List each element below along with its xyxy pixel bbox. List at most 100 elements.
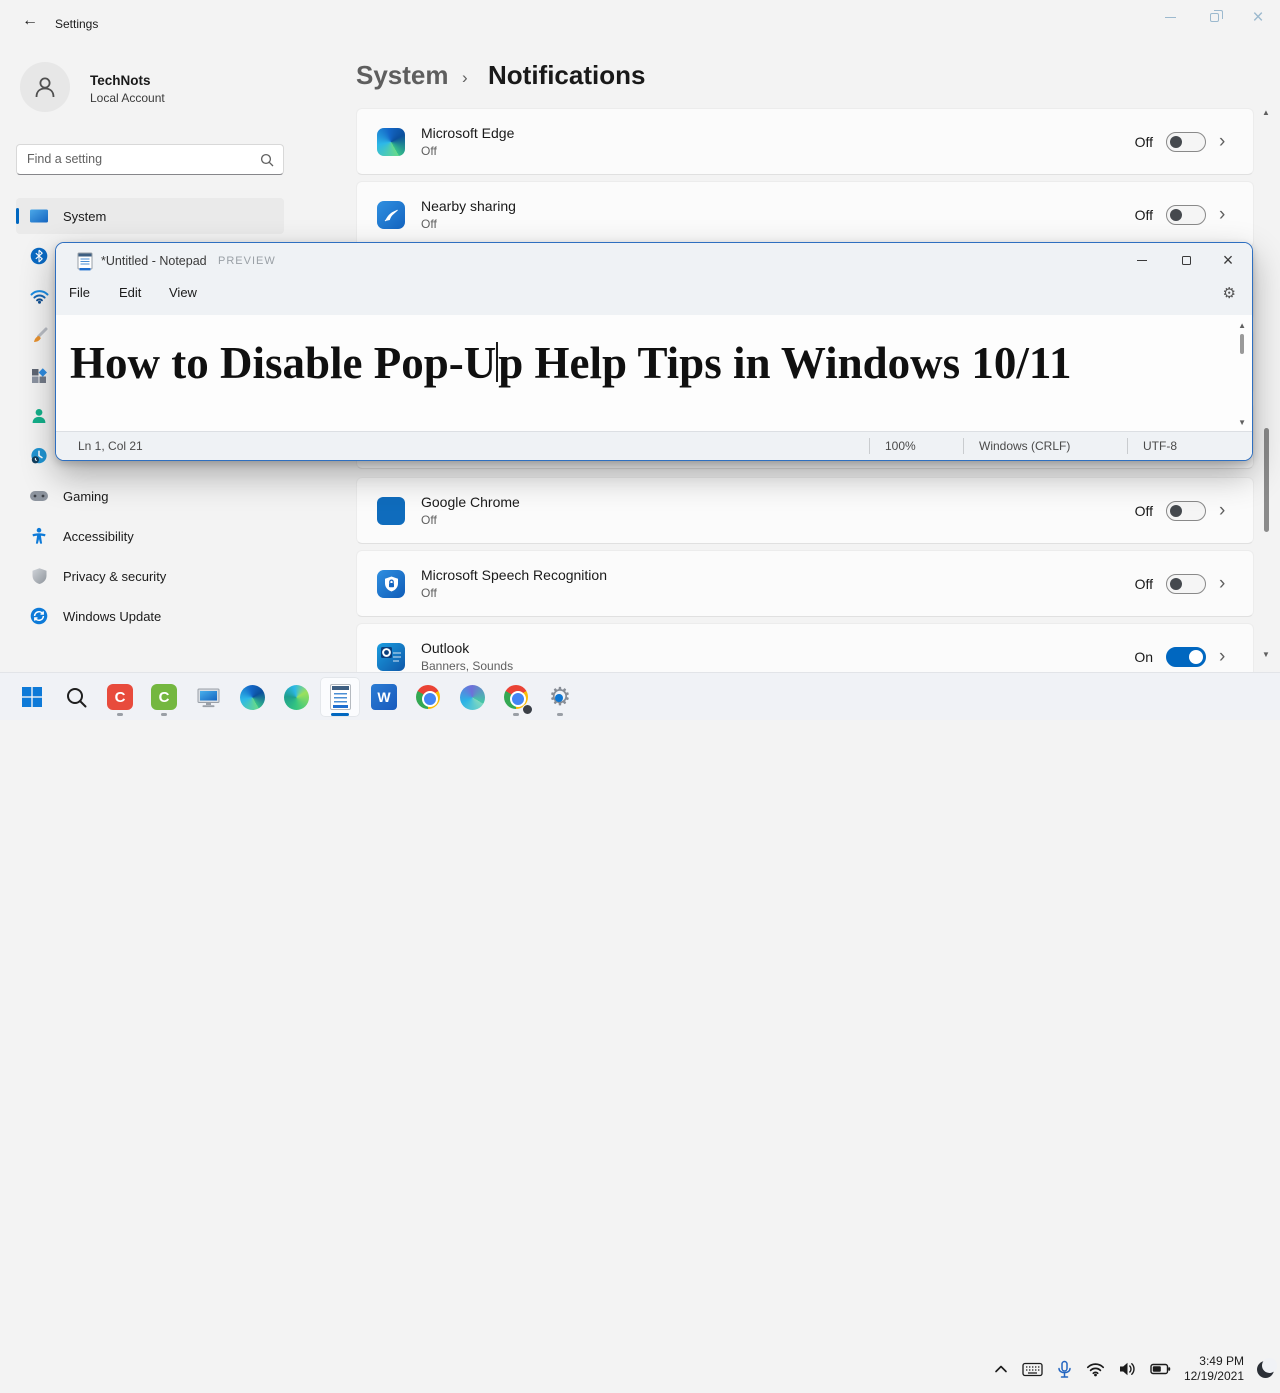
- bluetooth-icon: [29, 246, 49, 266]
- notepad-minimize-button[interactable]: [1120, 245, 1164, 275]
- user-avatar[interactable]: [20, 62, 70, 112]
- toggle-switch[interactable]: [1166, 132, 1206, 152]
- toggle-switch[interactable]: [1166, 205, 1206, 225]
- notepad-maximize-button[interactable]: [1164, 245, 1208, 275]
- taskbar-chrome-profile-button[interactable]: [496, 677, 536, 717]
- close-button[interactable]: [1236, 0, 1280, 34]
- taskbar-camtasia-recorder-button[interactable]: [144, 677, 184, 717]
- edge-dev-icon: [460, 685, 485, 710]
- personalization-brush-icon: [29, 326, 49, 346]
- scrollbar-thumb[interactable]: [1264, 428, 1269, 532]
- notepad-window: *Untitled - Notepad PREVIEW File Edit Vi…: [55, 242, 1253, 461]
- speech-recognition-icon: [377, 570, 405, 598]
- notepad-scrollbar-thumb[interactable]: [1240, 334, 1244, 354]
- notepad-settings-gear-icon[interactable]: [1223, 284, 1236, 302]
- taskbar-edge-button[interactable]: [232, 677, 272, 717]
- microphone-icon[interactable]: [1056, 1360, 1073, 1379]
- taskbar-word-button[interactable]: [364, 677, 404, 717]
- notification-row-nearby-sharing[interactable]: Nearby sharing Off Off: [356, 181, 1254, 248]
- chevron-right-icon[interactable]: [1219, 132, 1233, 151]
- search-box[interactable]: [16, 144, 284, 175]
- search-input[interactable]: [17, 145, 247, 172]
- toggle-switch[interactable]: [1166, 647, 1206, 667]
- search-icon: [260, 153, 274, 167]
- taskbar-camtasia-button[interactable]: [100, 677, 140, 717]
- microsoft-edge-icon: [240, 685, 265, 710]
- minimize-button[interactable]: [1148, 0, 1192, 34]
- scrollbar-up-arrow[interactable]: [1262, 108, 1270, 117]
- wifi-icon[interactable]: [1086, 1361, 1105, 1377]
- chevron-right-icon[interactable]: [1219, 647, 1233, 666]
- notification-row-google-chrome[interactable]: Google Chrome Off Off: [356, 477, 1254, 544]
- notepad-text-area[interactable]: How to Disable Pop-Up Help Tips in Windo…: [56, 315, 1252, 433]
- chevron-right-icon[interactable]: [1219, 574, 1233, 593]
- menu-file[interactable]: File: [69, 285, 90, 300]
- taskbar: 3:49 PM 12/19/2021: [0, 672, 1280, 720]
- edge-beta-icon: [284, 685, 309, 710]
- sidebar-item-privacy-security[interactable]: Privacy & security: [16, 558, 284, 594]
- battery-icon[interactable]: [1150, 1360, 1171, 1378]
- system-icon: [29, 206, 49, 226]
- cursor-position: Ln 1, Col 21: [78, 439, 143, 453]
- notepad-scroll-down-arrow[interactable]: [1238, 418, 1246, 427]
- focus-assist-moon-icon[interactable]: [1257, 1361, 1274, 1378]
- sidebar-item-accessibility[interactable]: Accessibility: [16, 518, 284, 554]
- menu-edit[interactable]: Edit: [119, 285, 141, 300]
- notification-row-microsoft-edge[interactable]: Microsoft Edge Off Off: [356, 108, 1254, 175]
- touch-keyboard-icon[interactable]: [1022, 1361, 1043, 1378]
- taskbar-settings-button[interactable]: [540, 677, 580, 717]
- start-button[interactable]: [12, 677, 52, 717]
- settings-gear-icon: [549, 685, 571, 710]
- notepad-title-bar[interactable]: *Untitled - Notepad PREVIEW File Edit Vi…: [56, 243, 1252, 315]
- notepad-text-before-caret: How to Disable Pop-U: [70, 338, 496, 388]
- notepad-close-button[interactable]: [1206, 245, 1250, 275]
- sidebar-item-system[interactable]: System: [16, 198, 284, 234]
- back-arrow-icon[interactable]: [14, 8, 46, 34]
- word-icon: [371, 684, 397, 710]
- line-ending: Windows (CRLF): [979, 439, 1070, 453]
- zoom-level: 100%: [885, 439, 916, 453]
- taskbar-this-pc-button[interactable]: [188, 677, 228, 717]
- taskbar-search-button[interactable]: [56, 677, 96, 717]
- scrollbar-down-arrow[interactable]: [1262, 650, 1270, 659]
- gaming-controller-icon: [29, 486, 49, 506]
- sidebar-item-gaming[interactable]: Gaming: [16, 478, 284, 514]
- breadcrumb-parent[interactable]: System: [356, 60, 449, 91]
- notification-row-speech-recognition[interactable]: Microsoft Speech Recognition Off Off: [356, 550, 1254, 617]
- notepad-status-bar: Ln 1, Col 21 100% Windows (CRLF) UTF-8: [56, 431, 1252, 460]
- camtasia-icon: [107, 684, 133, 710]
- wifi-icon: [29, 286, 49, 306]
- menu-view[interactable]: View: [169, 285, 197, 300]
- volume-icon[interactable]: [1118, 1360, 1137, 1378]
- this-pc-icon: [196, 686, 221, 709]
- user-name: TechNots: [90, 73, 151, 88]
- taskbar-notepad-button[interactable]: [320, 677, 360, 717]
- tray-chevron-up-icon[interactable]: [993, 1362, 1009, 1376]
- outlook-icon: [377, 643, 405, 671]
- breadcrumb-separator: ›: [462, 68, 468, 88]
- accessibility-person-icon: [29, 526, 49, 546]
- notepad-scroll-up-arrow[interactable]: [1238, 321, 1246, 330]
- windows-logo-icon: [20, 685, 44, 709]
- clock-time: 3:49 PM: [1184, 1354, 1244, 1369]
- toggle-switch[interactable]: [1166, 574, 1206, 594]
- notepad-icon: [330, 684, 351, 710]
- notepad-text-after-caret: p Help Tips in Windows 10/11: [498, 338, 1071, 388]
- chevron-right-icon[interactable]: [1219, 205, 1233, 224]
- windows-update-icon: [29, 606, 49, 626]
- restore-button[interactable]: [1192, 0, 1236, 34]
- clock-date: 12/19/2021: [1184, 1369, 1244, 1384]
- sidebar-item-windows-update[interactable]: Windows Update: [16, 598, 284, 634]
- time-language-clock-icon: [29, 446, 49, 466]
- profile-badge: [522, 704, 533, 715]
- chevron-right-icon[interactable]: [1219, 501, 1233, 520]
- taskbar-edge-dev-button[interactable]: [452, 677, 492, 717]
- settings-app-title: Settings: [55, 17, 98, 31]
- taskbar-clock[interactable]: 3:49 PM 12/19/2021: [1184, 1354, 1244, 1384]
- toggle-switch[interactable]: [1166, 501, 1206, 521]
- taskbar-edge-beta-button[interactable]: [276, 677, 316, 717]
- user-account-type: Local Account: [90, 91, 165, 105]
- taskbar-chrome-button[interactable]: [408, 677, 448, 717]
- preview-badge: PREVIEW: [218, 255, 276, 267]
- nearby-sharing-icon: [377, 201, 405, 229]
